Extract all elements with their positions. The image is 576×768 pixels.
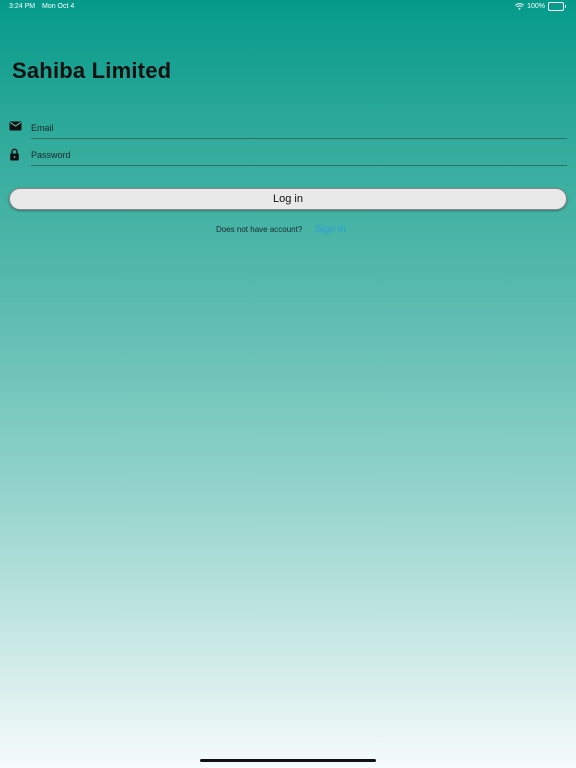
status-indicators: 100%: [515, 2, 566, 11]
email-field[interactable]: [31, 117, 567, 139]
battery-percentage: 100%: [527, 3, 545, 10]
status-date: Mon Oct 4: [42, 3, 75, 10]
email-row: [9, 117, 567, 139]
password-field[interactable]: [31, 144, 567, 166]
envelope-icon: [9, 121, 23, 135]
signup-row: Does not have account? Sign in: [0, 224, 576, 236]
password-row: [9, 144, 567, 166]
signup-prompt: Does not have account?: [216, 225, 303, 234]
sign-in-link[interactable]: Sign in: [315, 224, 346, 235]
login-button[interactable]: Log in: [9, 188, 567, 210]
app-title: Sahiba Limited: [12, 58, 172, 83]
status-time: 3:24 PM: [9, 3, 36, 10]
status-bar: 3:24 PM Mon Oct 4 100%: [0, 0, 576, 14]
home-indicator[interactable]: [200, 759, 376, 762]
battery-icon: [548, 2, 566, 11]
lock-icon: [9, 148, 23, 162]
wifi-icon: [515, 3, 525, 10]
